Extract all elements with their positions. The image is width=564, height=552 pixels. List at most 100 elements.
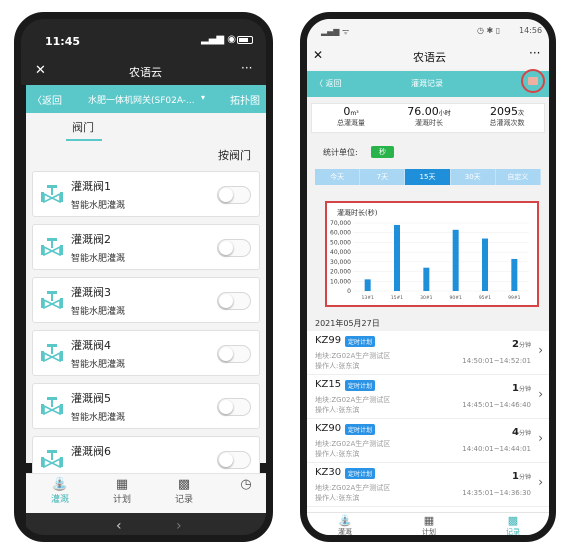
x-tick-label: 95#1 bbox=[479, 295, 491, 301]
stat-duration: 76.00小时 灌溉时长 bbox=[390, 104, 468, 134]
stat-label: 总灌溉次数 bbox=[489, 119, 525, 127]
duration: 4分钟 bbox=[512, 427, 531, 438]
y-tick-label: 70,000 bbox=[330, 220, 351, 227]
plan-badge: 定时计划 bbox=[345, 380, 376, 391]
record-row[interactable]: KZ99 定时计划 地块:ZG02A生产测试区 操作人:张东滨 2分钟 14:50:01~… bbox=[307, 331, 549, 375]
topology-button[interactable]: 拓扑图 bbox=[230, 92, 260, 107]
tab-irrigation[interactable]: ⛲ 灌溉 bbox=[36, 474, 84, 514]
valve-card[interactable]: 灌溉阀3 智能水肥灌溉 bbox=[32, 277, 260, 323]
right-phone: ▂▄▆ ᯤ ◷ ✱ ▯ 14:56 ✕ 农语云 ··· 〈 返回 灌溉记录 0m… bbox=[300, 12, 556, 542]
close-icon[interactable]: ✕ bbox=[313, 48, 323, 62]
controller-id: KZ15 bbox=[315, 379, 342, 390]
duration-unit: 分钟 bbox=[518, 430, 531, 437]
nav-bar: 〈返回 水肥一体机网关(SF02A-... ▾ 拓扑图 bbox=[26, 85, 266, 113]
valve-toggle[interactable] bbox=[217, 239, 251, 257]
chart-bar bbox=[364, 279, 371, 291]
range-segment[interactable]: 自定义 bbox=[495, 169, 542, 185]
browser-forward-icon[interactable]: › bbox=[176, 518, 182, 534]
tab-records[interactable]: ▩ 记录 bbox=[489, 513, 537, 535]
by-valve-filter[interactable]: 按阀门 bbox=[218, 147, 251, 163]
tab-records[interactable]: ▩ 记录 bbox=[160, 474, 208, 514]
chart-bar bbox=[511, 258, 518, 291]
calendar-icon bbox=[528, 77, 538, 85]
chart-bar bbox=[394, 224, 400, 291]
more-icon[interactable]: ··· bbox=[529, 46, 540, 60]
operator: 操作人:张东滨 bbox=[315, 362, 360, 370]
tab-plan[interactable]: ▦ 计划 bbox=[98, 474, 146, 514]
date-header: 2021年05月27日 bbox=[315, 319, 380, 328]
tab-label: 灌溉 bbox=[338, 528, 352, 536]
status-time: 14:56 bbox=[519, 26, 543, 35]
duration-value: 2 bbox=[512, 339, 519, 350]
record-row[interactable]: KZ15 定时计划 地块:ZG02A生产测试区 操作人:张东滨 1分钟 14:45:01~… bbox=[307, 375, 549, 419]
tab-label: 记录 bbox=[174, 495, 193, 505]
irrigation-icon: ⛲ bbox=[338, 514, 352, 527]
browser-nav-bar: ‹ › bbox=[26, 513, 266, 535]
y-tick-label: 20,000 bbox=[330, 269, 351, 276]
duration: 1分钟 bbox=[512, 383, 531, 394]
duration: 2分钟 bbox=[512, 339, 531, 350]
valve-icon bbox=[41, 450, 63, 469]
valve-card[interactable]: 灌溉阀5 智能水肥灌溉 bbox=[32, 383, 260, 429]
signal-icon: ▂▄▆ ◉ bbox=[201, 34, 236, 45]
plan-badge: 定时计划 bbox=[345, 468, 376, 479]
stats-summary: 0m³ 总灌溉量 76.00小时 灌溉时长 2095次 总灌溉次数 bbox=[311, 103, 545, 133]
valve-toggle[interactable] bbox=[217, 186, 251, 204]
valve-icon bbox=[41, 291, 63, 310]
back-chevron-icon: 〈 bbox=[32, 96, 42, 107]
back-label: 返回 bbox=[325, 79, 342, 88]
duration-unit: 分钟 bbox=[518, 342, 531, 349]
valve-type: 智能水肥灌溉 bbox=[71, 307, 126, 317]
valve-card[interactable]: 灌溉阀1 智能水肥灌溉 bbox=[32, 171, 260, 217]
chevron-right-icon: › bbox=[538, 343, 543, 357]
stat-label: 灌溉时长 bbox=[415, 119, 443, 127]
more-icon[interactable]: ··· bbox=[241, 61, 252, 75]
close-icon[interactable]: ✕ bbox=[35, 63, 46, 78]
back-button[interactable]: 〈返回 bbox=[32, 92, 62, 107]
stat-label: 总灌溉量 bbox=[337, 119, 365, 127]
calendar-icon: ▦ bbox=[115, 477, 129, 492]
dropdown-icon[interactable]: ▾ bbox=[201, 93, 205, 102]
valve-name: 灌溉阀4 bbox=[71, 339, 111, 352]
calendar-button[interactable] bbox=[521, 69, 545, 93]
browser-back-icon[interactable]: ‹ bbox=[116, 518, 122, 534]
valve-card[interactable]: 灌溉阀4 智能水肥灌溉 bbox=[32, 330, 260, 376]
gateway-selector[interactable]: 水肥一体机网关(SF02A-... bbox=[88, 93, 195, 106]
valve-toggle[interactable] bbox=[217, 398, 251, 416]
range-segment[interactable]: 今天 bbox=[315, 169, 361, 185]
duration-chart: 灌溉时长(秒) 70,000 60,000 50,000 40,000 30,000 20,… bbox=[330, 208, 529, 301]
back-button[interactable]: 〈 返回 bbox=[315, 78, 342, 89]
controller-id: KZ30 bbox=[315, 467, 342, 478]
range-segment[interactable]: 30天 bbox=[450, 169, 496, 185]
valve-toggle[interactable] bbox=[217, 345, 251, 363]
irrigation-icon: ⛲ bbox=[51, 477, 69, 492]
record-row[interactable]: KZ90 定时计划 地块:ZG02A生产测试区 操作人:张东滨 4分钟 14:40:01~… bbox=[307, 419, 549, 463]
tab-plan[interactable]: ▦ 计划 bbox=[405, 513, 453, 535]
valve-type: 智能水肥灌溉 bbox=[71, 254, 126, 264]
valve-toggle[interactable] bbox=[217, 292, 251, 310]
time-range: 14:45:01~14:46:40 bbox=[462, 401, 531, 409]
clock-icon: ◷ bbox=[240, 477, 252, 492]
tab-valves[interactable]: 阀门 bbox=[72, 119, 94, 135]
tab-clock[interactable]: ◷ bbox=[222, 474, 266, 514]
valve-icon bbox=[41, 185, 63, 204]
record-row[interactable]: KZ30 定时计划 地块:ZG02A生产测试区 操作人:张东滨 1分钟 14:35:01~… bbox=[307, 463, 549, 507]
time-range: 14:50:01~14:52:01 bbox=[462, 357, 531, 365]
y-tick-label: 10,000 bbox=[330, 278, 351, 285]
tab-label: 计划 bbox=[112, 495, 131, 505]
unit-select[interactable]: 秒 bbox=[371, 146, 394, 158]
status-bar: 11:45 ▂▄▆ ◉ bbox=[21, 19, 266, 59]
y-tick-label: 30,000 bbox=[330, 259, 351, 266]
y-tick-label: 0 bbox=[347, 288, 351, 295]
duration-value: 4 bbox=[512, 427, 519, 438]
valve-toggle[interactable] bbox=[217, 451, 251, 469]
title-bar: ✕ 农语云 ··· bbox=[307, 43, 549, 69]
title-bar: ✕ 农语云 ··· bbox=[21, 59, 266, 85]
stat-volume: 0m³ 总灌溉量 bbox=[312, 104, 390, 134]
range-segment[interactable]: 15天 bbox=[405, 169, 451, 185]
tab-irrigation[interactable]: ⛲ 灌溉 bbox=[321, 513, 369, 536]
duration-value: 1 bbox=[512, 471, 519, 482]
x-tick-label: 99#1 bbox=[508, 295, 520, 301]
range-segment[interactable]: 7天 bbox=[360, 169, 406, 185]
valve-card[interactable]: 灌溉阀2 智能水肥灌溉 bbox=[32, 224, 260, 270]
